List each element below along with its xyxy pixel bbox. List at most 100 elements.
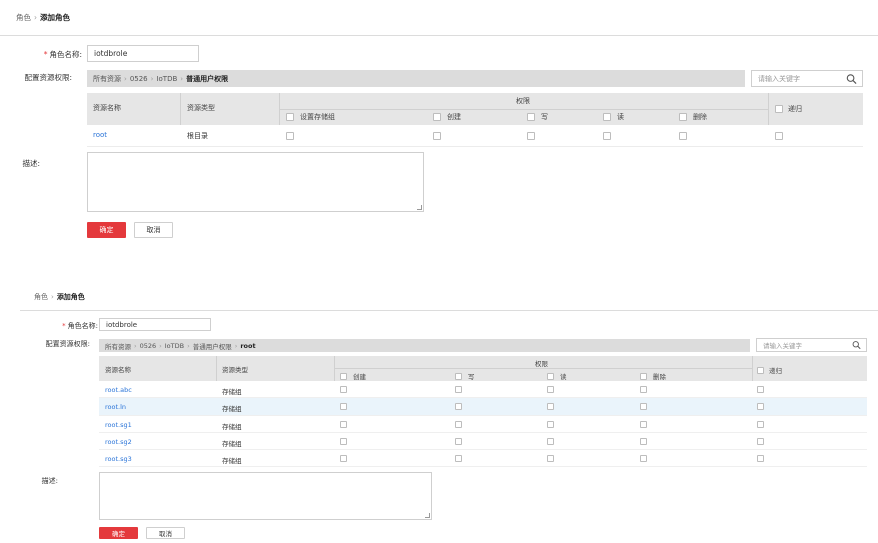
resource-link[interactable]: root <box>93 131 107 139</box>
recursive-all-checkbox[interactable] <box>757 366 764 374</box>
resource-link[interactable]: root.sg2 <box>105 438 132 446</box>
checkbox[interactable] <box>340 372 347 380</box>
checkbox[interactable] <box>547 437 554 445</box>
checkbox[interactable] <box>547 455 554 463</box>
search-placeholder: 请输入关键字 <box>758 74 800 83</box>
breadcrumb: 角色 › 添加角色 <box>16 12 70 23</box>
search-input[interactable]: 请输入关键字 <box>756 338 867 352</box>
checkbox[interactable] <box>640 455 647 463</box>
checkbox[interactable] <box>757 403 764 411</box>
checkbox[interactable] <box>527 132 535 140</box>
checkbox[interactable] <box>547 403 554 411</box>
checkbox[interactable] <box>455 455 462 463</box>
required-mark: * <box>43 50 48 59</box>
role-name-input[interactable]: iotdbrole <box>99 318 211 331</box>
resource-path-bar: 所有资源 › 0526 › IoTDB › 普通用户权限 › root <box>99 339 750 352</box>
cancel-button[interactable]: 取消 <box>146 527 185 539</box>
checkbox[interactable] <box>286 132 294 140</box>
checkbox[interactable] <box>757 437 764 445</box>
checkbox[interactable] <box>603 132 611 140</box>
resize-handle-icon[interactable] <box>417 205 422 210</box>
col-resource-type: 资源类型 <box>187 104 215 112</box>
checkbox[interactable] <box>433 113 441 121</box>
resource-link[interactable]: root.sg1 <box>105 421 132 429</box>
ok-button[interactable]: 确定 <box>99 527 138 539</box>
checkbox[interactable] <box>340 403 347 411</box>
path-item[interactable]: IoTDB <box>156 75 177 83</box>
checkbox[interactable] <box>455 372 462 380</box>
col-divider <box>216 356 217 381</box>
checkbox[interactable] <box>340 386 347 393</box>
checkbox[interactable] <box>640 437 647 445</box>
cancel-button[interactable]: 取消 <box>134 222 173 238</box>
resource-path-bar: 所有资源 › 0526 › IoTDB › 普通用户权限 <box>87 70 745 87</box>
checkbox[interactable] <box>340 420 347 428</box>
checkbox[interactable] <box>433 132 441 140</box>
table-row: root.sg1 存储组 <box>99 416 867 433</box>
checkbox[interactable] <box>679 132 687 140</box>
checkbox[interactable] <box>455 420 462 428</box>
search-icon[interactable] <box>846 73 857 84</box>
col-divider <box>768 93 769 125</box>
search-icon[interactable] <box>852 341 861 350</box>
checkbox[interactable] <box>547 420 554 428</box>
path-item[interactable]: 所有资源 <box>105 341 131 351</box>
path-item[interactable]: 0526 <box>130 75 148 83</box>
perm-write: 写 <box>527 112 548 122</box>
perm-delete: 删除 <box>679 112 707 122</box>
role-name-input[interactable]: iotdbrole <box>87 45 199 62</box>
checkbox[interactable] <box>757 455 764 463</box>
resource-link[interactable]: root.sg3 <box>105 455 132 463</box>
checkbox[interactable] <box>640 372 647 380</box>
checkbox[interactable] <box>527 113 535 121</box>
checkbox[interactable] <box>757 420 764 428</box>
checkbox[interactable] <box>640 403 647 411</box>
path-current: root <box>240 341 256 350</box>
perm-label: 配置资源权限: <box>45 340 90 348</box>
path-item[interactable]: 普通用户权限 <box>193 341 232 351</box>
resource-type: 存储组 <box>222 405 242 414</box>
breadcrumb-parent[interactable]: 角色 <box>34 293 48 301</box>
checkbox[interactable] <box>455 437 462 445</box>
description-textarea[interactable] <box>87 152 424 212</box>
checkbox[interactable] <box>640 420 647 428</box>
role-name-label: * 角色名称: <box>43 50 82 59</box>
path-item[interactable]: 0526 <box>140 342 157 350</box>
search-input[interactable]: 请输入关键字 <box>751 70 863 87</box>
resource-link[interactable]: root.abc <box>105 386 132 394</box>
path-item[interactable]: 所有资源 <box>93 74 121 84</box>
col-resource-name: 资源名称 <box>105 366 131 374</box>
col-divider <box>752 356 753 381</box>
recursive-all-checkbox[interactable] <box>775 105 783 113</box>
header-divider <box>334 368 752 369</box>
header-divider <box>279 109 768 110</box>
divider <box>20 310 878 311</box>
checkbox[interactable] <box>340 455 347 463</box>
checkbox[interactable] <box>286 113 294 121</box>
checkbox[interactable] <box>679 113 687 121</box>
checkbox[interactable] <box>340 437 347 445</box>
ok-button[interactable]: 确定 <box>87 222 126 238</box>
divider <box>0 35 878 36</box>
breadcrumb-parent[interactable]: 角色 <box>16 13 31 22</box>
checkbox[interactable] <box>547 386 554 393</box>
resource-link[interactable]: root.ln <box>105 403 126 411</box>
description-textarea[interactable] <box>99 472 432 520</box>
checkbox[interactable] <box>640 386 647 393</box>
checkbox[interactable] <box>547 372 554 380</box>
col-resource-type: 资源类型 <box>222 366 248 374</box>
checkbox[interactable] <box>775 132 783 140</box>
resource-type: 存储组 <box>222 388 242 396</box>
checkbox[interactable] <box>603 113 611 121</box>
checkbox[interactable] <box>455 403 462 411</box>
resource-type: 根目录 <box>187 132 208 140</box>
perm-label: 配置资源权限: <box>24 73 72 82</box>
role-name-label: * 角色名称: <box>62 322 98 330</box>
checkbox[interactable] <box>455 386 462 393</box>
perm-delete: 删除 <box>640 371 666 381</box>
resize-handle-icon[interactable] <box>425 513 430 518</box>
path-item[interactable]: IoTDB <box>165 342 184 350</box>
checkbox[interactable] <box>757 386 764 393</box>
resource-type: 存储组 <box>222 457 242 466</box>
breadcrumb-current: 添加角色 <box>40 13 70 22</box>
